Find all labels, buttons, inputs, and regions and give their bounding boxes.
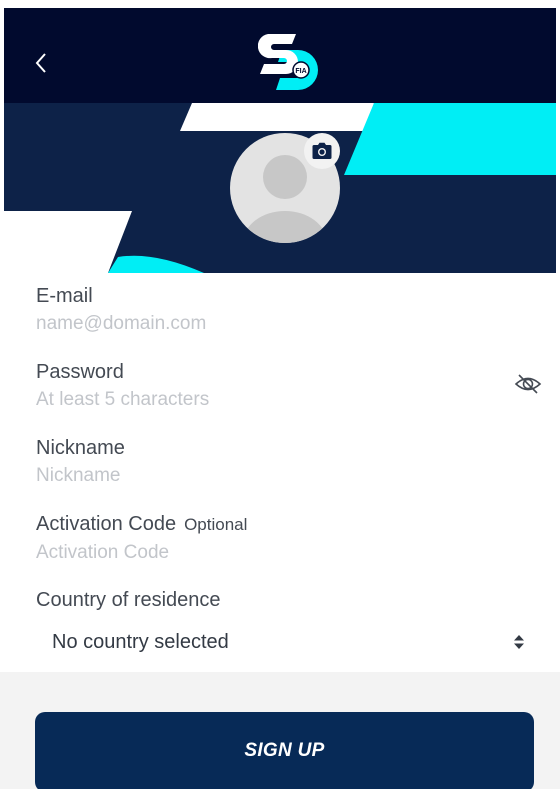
password-input[interactable] bbox=[36, 387, 496, 413]
nickname-input[interactable] bbox=[36, 463, 496, 489]
app-header: FIA bbox=[4, 8, 556, 103]
activation-code-field-group: Activation Code Optional bbox=[36, 512, 516, 566]
toggle-password-visibility-button[interactable] bbox=[512, 368, 544, 400]
optional-tag: Optional bbox=[184, 515, 248, 534]
country-label: Country of residence bbox=[36, 589, 221, 611]
activation-code-label: Activation Code Optional bbox=[36, 512, 516, 537]
country-select[interactable]: No country selected bbox=[36, 622, 526, 662]
camera-icon bbox=[312, 142, 332, 159]
email-input[interactable] bbox=[36, 311, 496, 337]
logo-badge-text: FIA bbox=[295, 68, 306, 75]
back-button[interactable] bbox=[26, 48, 56, 78]
change-photo-button[interactable] bbox=[304, 133, 340, 169]
country-field-group: Country of residence bbox=[36, 588, 516, 612]
eye-off-icon bbox=[514, 374, 542, 394]
nickname-label: Nickname bbox=[36, 437, 125, 459]
email-label: E-mail bbox=[36, 285, 93, 307]
email-field-group: E-mail bbox=[36, 284, 516, 337]
password-label: Password bbox=[36, 361, 124, 383]
profile-banner bbox=[4, 103, 556, 273]
sd-logo-icon: FIA bbox=[257, 30, 324, 92]
country-selected-value: No country selected bbox=[52, 630, 229, 653]
password-field-group: Password bbox=[36, 360, 516, 413]
signup-screen: FIA E-mail Passwo bbox=[0, 0, 560, 789]
signup-button[interactable]: SIGN UP bbox=[35, 712, 534, 789]
chevron-left-icon bbox=[35, 53, 46, 73]
signup-button-label: SIGN UP bbox=[244, 740, 325, 761]
activation-code-input[interactable] bbox=[36, 540, 496, 566]
sort-arrows-icon bbox=[514, 635, 524, 649]
nickname-field-group: Nickname bbox=[36, 436, 516, 489]
activation-code-label-text: Activation Code bbox=[36, 513, 177, 535]
